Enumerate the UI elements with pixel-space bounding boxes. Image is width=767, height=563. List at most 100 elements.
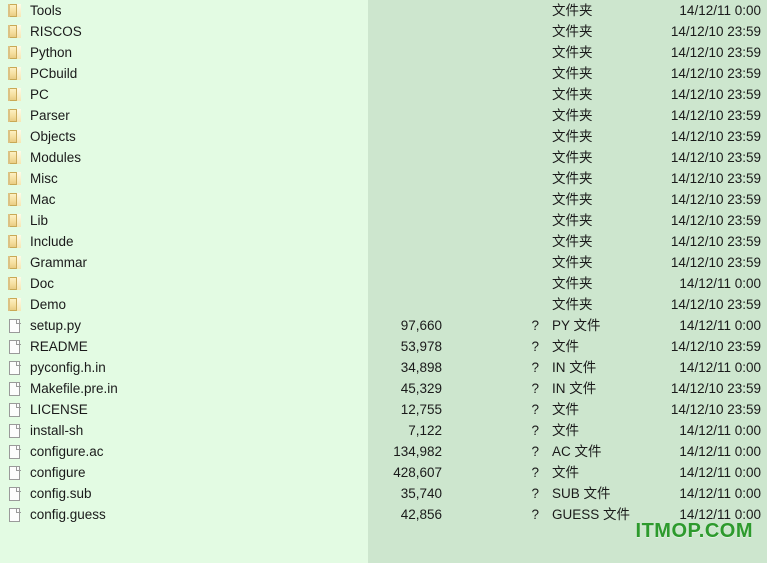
- row-date-cell: 14/12/10 23:59: [670, 87, 761, 102]
- file-icon: [8, 507, 23, 522]
- row-name-cell[interactable]: Parser: [8, 105, 70, 126]
- table-row[interactable]: Include 文件夹 14/12/10 23:59: [0, 231, 767, 252]
- file-icon: [8, 444, 23, 459]
- row-ratio-cell: [505, 105, 539, 126]
- row-ratio-cell: [505, 126, 539, 147]
- row-name-label: Grammar: [30, 254, 87, 270]
- row-name-cell[interactable]: Demo: [8, 294, 66, 315]
- row-size-cell: 97,660: [400, 318, 442, 333]
- table-row[interactable]: install-sh 7,122? 文件 14/12/11 0:00: [0, 420, 767, 441]
- table-row[interactable]: Mac 文件夹 14/12/10 23:59: [0, 189, 767, 210]
- row-name-cell[interactable]: install-sh: [8, 420, 83, 441]
- row-name-cell[interactable]: Objects: [8, 126, 76, 147]
- row-ratio-cell: [505, 21, 539, 42]
- file-list[interactable]: Tools 文件夹 14/12/11 0:00 RISCOS 文件夹 14/12/10 2…: [0, 0, 767, 563]
- row-size-cell: 134,982: [393, 444, 442, 459]
- row-date-cell: 14/12/10 23:59: [670, 192, 761, 207]
- row-name-cell[interactable]: README: [8, 336, 88, 357]
- row-name-cell[interactable]: Python: [8, 42, 72, 63]
- table-row[interactable]: Python 文件夹 14/12/10 23:59: [0, 42, 767, 63]
- row-name-cell[interactable]: RISCOS: [8, 21, 82, 42]
- table-row[interactable]: Misc 文件夹 14/12/10 23:59: [0, 168, 767, 189]
- table-row[interactable]: setup.py 97,660? PY 文件 14/12/11 0:00: [0, 315, 767, 336]
- row-date-cell: 14/12/10 23:59: [670, 45, 761, 60]
- row-type-cell: 文件: [552, 465, 579, 480]
- row-size-cell: 12,755: [400, 402, 442, 417]
- row-name-label: Python: [30, 44, 73, 60]
- row-name-cell[interactable]: Makefile.pre.in: [8, 378, 118, 399]
- row-date-cell: 14/12/11 0:00: [679, 486, 761, 501]
- row-name-cell[interactable]: Mac: [8, 189, 56, 210]
- folder-icon: [8, 234, 23, 249]
- row-type-cell: 文件夹: [552, 87, 593, 102]
- table-row[interactable]: config.sub 35,740? SUB 文件 14/12/11 0:00: [0, 483, 767, 504]
- row-name-label: Makefile.pre.in: [30, 380, 118, 396]
- row-name-cell[interactable]: pyconfig.h.in: [8, 357, 106, 378]
- row-date-cell: 14/12/10 23:59: [670, 171, 761, 186]
- row-type-cell: PY 文件: [552, 318, 601, 333]
- row-name-label: Demo: [30, 296, 67, 312]
- row-name-label: Objects: [30, 128, 76, 144]
- row-name-cell[interactable]: PCbuild: [8, 63, 77, 84]
- table-row[interactable]: pyconfig.h.in 34,898? IN 文件 14/12/11 0:00: [0, 357, 767, 378]
- table-row[interactable]: Makefile.pre.in 45,329? IN 文件 14/12/10 23:5…: [0, 378, 767, 399]
- table-row[interactable]: README 53,978? 文件 14/12/10 23:59: [0, 336, 767, 357]
- table-row[interactable]: Grammar 文件夹 14/12/10 23:59: [0, 252, 767, 273]
- row-ratio-cell: ?: [531, 465, 539, 480]
- folder-icon: [8, 255, 23, 270]
- table-row[interactable]: Lib 文件夹 14/12/10 23:59: [0, 210, 767, 231]
- row-name-label: Tools: [30, 2, 62, 18]
- row-name-cell[interactable]: configure.ac: [8, 441, 104, 462]
- table-row[interactable]: Modules 文件夹 14/12/10 23:59: [0, 147, 767, 168]
- table-row[interactable]: RISCOS 文件夹 14/12/10 23:59: [0, 21, 767, 42]
- row-type-cell: 文件夹: [552, 24, 593, 39]
- row-name-cell[interactable]: Lib: [8, 210, 48, 231]
- table-row[interactable]: Demo 文件夹 14/12/10 23:59: [0, 294, 767, 315]
- row-name-cell[interactable]: Doc: [8, 273, 54, 294]
- file-icon: [8, 402, 23, 417]
- row-name-cell[interactable]: config.guess: [8, 504, 106, 525]
- table-row[interactable]: Objects 文件夹 14/12/10 23:59: [0, 126, 767, 147]
- row-size-cell: [300, 126, 442, 147]
- row-type-cell: IN 文件: [552, 360, 597, 375]
- folder-icon: [8, 24, 23, 39]
- file-icon: [8, 465, 23, 480]
- row-type-cell: AC 文件: [552, 444, 602, 459]
- row-name-label: LICENSE: [30, 401, 88, 417]
- row-date-cell: 14/12/10 23:59: [670, 234, 761, 249]
- row-name-cell[interactable]: config.sub: [8, 483, 92, 504]
- row-name-cell[interactable]: PC: [8, 84, 49, 105]
- table-row[interactable]: Tools 文件夹 14/12/11 0:00: [0, 0, 767, 21]
- folder-icon: [8, 192, 23, 207]
- row-type-cell: 文件: [552, 339, 579, 354]
- row-size-cell: 53,978: [400, 339, 442, 354]
- row-size-cell: [300, 147, 442, 168]
- row-ratio-cell: [505, 42, 539, 63]
- table-row[interactable]: PCbuild 文件夹 14/12/10 23:59: [0, 63, 767, 84]
- row-name-cell[interactable]: Misc: [8, 168, 58, 189]
- folder-icon: [8, 150, 23, 165]
- row-type-cell: 文件: [552, 402, 579, 417]
- row-ratio-cell: ?: [531, 360, 539, 375]
- row-name-cell[interactable]: Include: [8, 231, 74, 252]
- row-name-cell[interactable]: setup.py: [8, 315, 81, 336]
- row-name-label: Parser: [30, 107, 70, 123]
- row-name-cell[interactable]: Modules: [8, 147, 81, 168]
- row-type-cell: 文件夹: [552, 3, 593, 18]
- table-row[interactable]: configure 428,607? 文件 14/12/11 0:00: [0, 462, 767, 483]
- table-row[interactable]: LICENSE 12,755? 文件 14/12/10 23:59: [0, 399, 767, 420]
- row-name-cell[interactable]: configure: [8, 462, 86, 483]
- row-name-label: config.guess: [30, 506, 106, 522]
- row-type-cell: 文件夹: [552, 297, 593, 312]
- table-row[interactable]: Doc 文件夹 14/12/11 0:00: [0, 273, 767, 294]
- table-row[interactable]: PC 文件夹 14/12/10 23:59: [0, 84, 767, 105]
- table-row[interactable]: configure.ac 134,982? AC 文件 14/12/11 0:00: [0, 441, 767, 462]
- row-name-cell[interactable]: Tools: [8, 0, 62, 21]
- row-name-label: PC: [30, 86, 49, 102]
- row-ratio-cell: [505, 231, 539, 252]
- row-name-cell[interactable]: Grammar: [8, 252, 87, 273]
- row-name-cell[interactable]: LICENSE: [8, 399, 88, 420]
- row-name-label: Misc: [30, 170, 58, 186]
- file-icon: [8, 318, 23, 333]
- table-row[interactable]: Parser 文件夹 14/12/10 23:59: [0, 105, 767, 126]
